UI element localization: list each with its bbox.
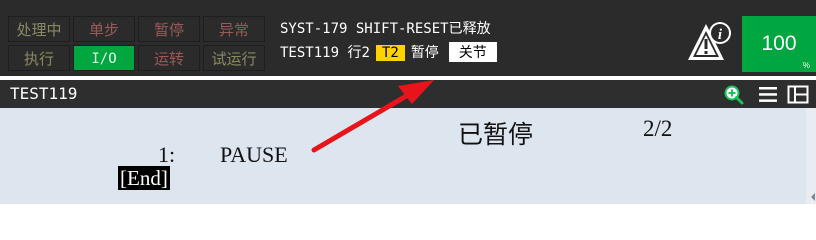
status-fault: 异常 — [203, 16, 265, 42]
zoom-in-icon[interactable] — [724, 85, 744, 105]
mode-badge: T2 — [375, 45, 405, 61]
bottom-border — [0, 204, 816, 210]
title-bar: TEST119 — [0, 80, 816, 108]
status-step: 单步 — [73, 16, 135, 42]
program-title: TEST119 — [10, 84, 78, 103]
menu-icon[interactable] — [758, 85, 778, 104]
status-run: 执行 — [8, 45, 70, 71]
coord-badge: 关节 — [448, 42, 497, 62]
teach-pendant-screen: 处理中 单步 暂停 异常 执行 I/O 运转 试运行 SYST-179 SHIF… — [0, 0, 816, 210]
status-program-name: TEST119 — [280, 45, 340, 61]
status-running: 运转 — [138, 45, 200, 71]
program-line-command[interactable]: PAUSE — [220, 142, 288, 168]
alarm-info-icon[interactable]: i — [686, 18, 734, 64]
status-processing: 处理中 — [8, 16, 70, 42]
scroll-down-arrow-icon[interactable] — [810, 191, 816, 203]
alarm-message: SYST-179 SHIFT-RESET已释放 — [280, 21, 491, 37]
status-hold: 暂停 — [138, 16, 200, 42]
status-state: 暂停 — [410, 45, 439, 61]
status-bar: 处理中 单步 暂停 异常 执行 I/O 运转 试运行 SYST-179 SHIF… — [0, 0, 816, 76]
split-layout-icon[interactable] — [787, 85, 809, 104]
speed-override-value: 100 — [761, 32, 797, 55]
status-test-run: 试运行 — [203, 45, 265, 71]
speed-override-unit: % — [802, 61, 810, 70]
status-io: I/O — [73, 45, 135, 71]
speed-override[interactable]: 100 % — [742, 16, 816, 72]
program-run-status: 已暂停 — [458, 120, 534, 149]
status-row: 行2 — [347, 45, 370, 61]
vertical-scrollbar[interactable] — [806, 108, 816, 204]
end-marker[interactable]: [End] — [118, 166, 170, 190]
line-counter: 2/2 — [643, 116, 673, 141]
program-status-line: TEST119 行2 T2 暂停 关节 — [280, 42, 497, 62]
line-number: 1: — [158, 142, 176, 167]
program-editor[interactable]: 已暂停 2/2 1: PAUSE [End] — [0, 108, 816, 204]
